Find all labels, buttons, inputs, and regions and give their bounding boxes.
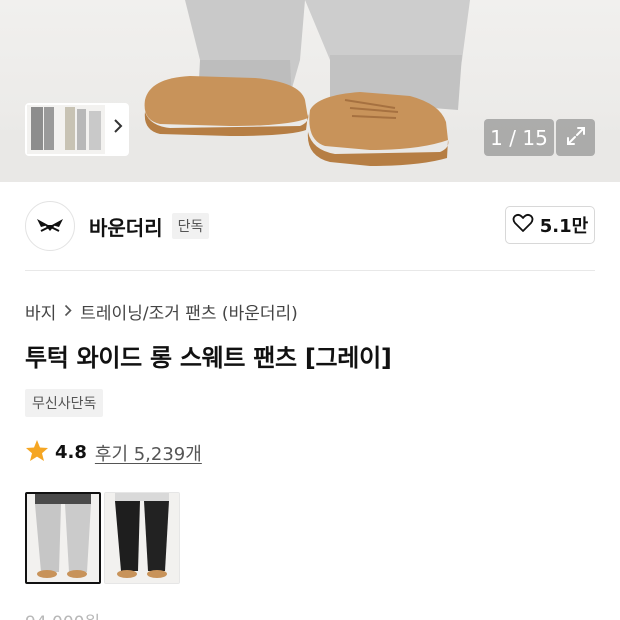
color-option-black[interactable]: [104, 492, 180, 584]
divider: [25, 270, 595, 271]
breadcrumb-item-subcategory[interactable]: 트레이닝/조거 팬츠 (바운더리): [80, 299, 297, 324]
original-price: 94,000원: [25, 608, 100, 620]
expand-icon: [565, 125, 587, 151]
review-count-link[interactable]: 후기 5,239개: [95, 440, 202, 466]
gallery-thumbnail[interactable]: [27, 105, 105, 154]
chevron-right-icon[interactable]: [113, 118, 123, 139]
expand-button[interactable]: [556, 119, 595, 156]
product-image-gallery[interactable]: 1 / 15: [0, 0, 620, 182]
brand-name[interactable]: 바운더리: [89, 212, 163, 241]
breadcrumb: 바지 트레이닝/조거 팬츠 (바운더리): [25, 299, 298, 324]
breadcrumb-item-category[interactable]: 바지: [25, 299, 56, 324]
color-option-gray[interactable]: [25, 492, 101, 584]
product-title: 투턱 와이드 롱 스웨트 팬츠 [그레이]: [25, 344, 392, 372]
star-icon: [25, 439, 49, 466]
chevron-right-icon: [64, 302, 72, 321]
like-button[interactable]: 5.1만: [505, 206, 595, 244]
like-count: 5.1만: [539, 216, 589, 237]
brand-logo[interactable]: [25, 201, 75, 251]
image-counter: 1 / 15: [484, 119, 554, 156]
rating-score: 4.8: [55, 442, 87, 463]
gallery-thumbnail-strip[interactable]: [25, 103, 129, 156]
rating-row: 4.8 후기 5,239개: [25, 439, 202, 466]
brand-row: 바운더리 단독 5.1만: [25, 200, 595, 252]
musinsa-exclusive-badge: 무신사단독: [25, 389, 104, 417]
heart-outline-icon: [512, 213, 534, 237]
brand-exclusive-badge: 단독: [171, 213, 210, 239]
